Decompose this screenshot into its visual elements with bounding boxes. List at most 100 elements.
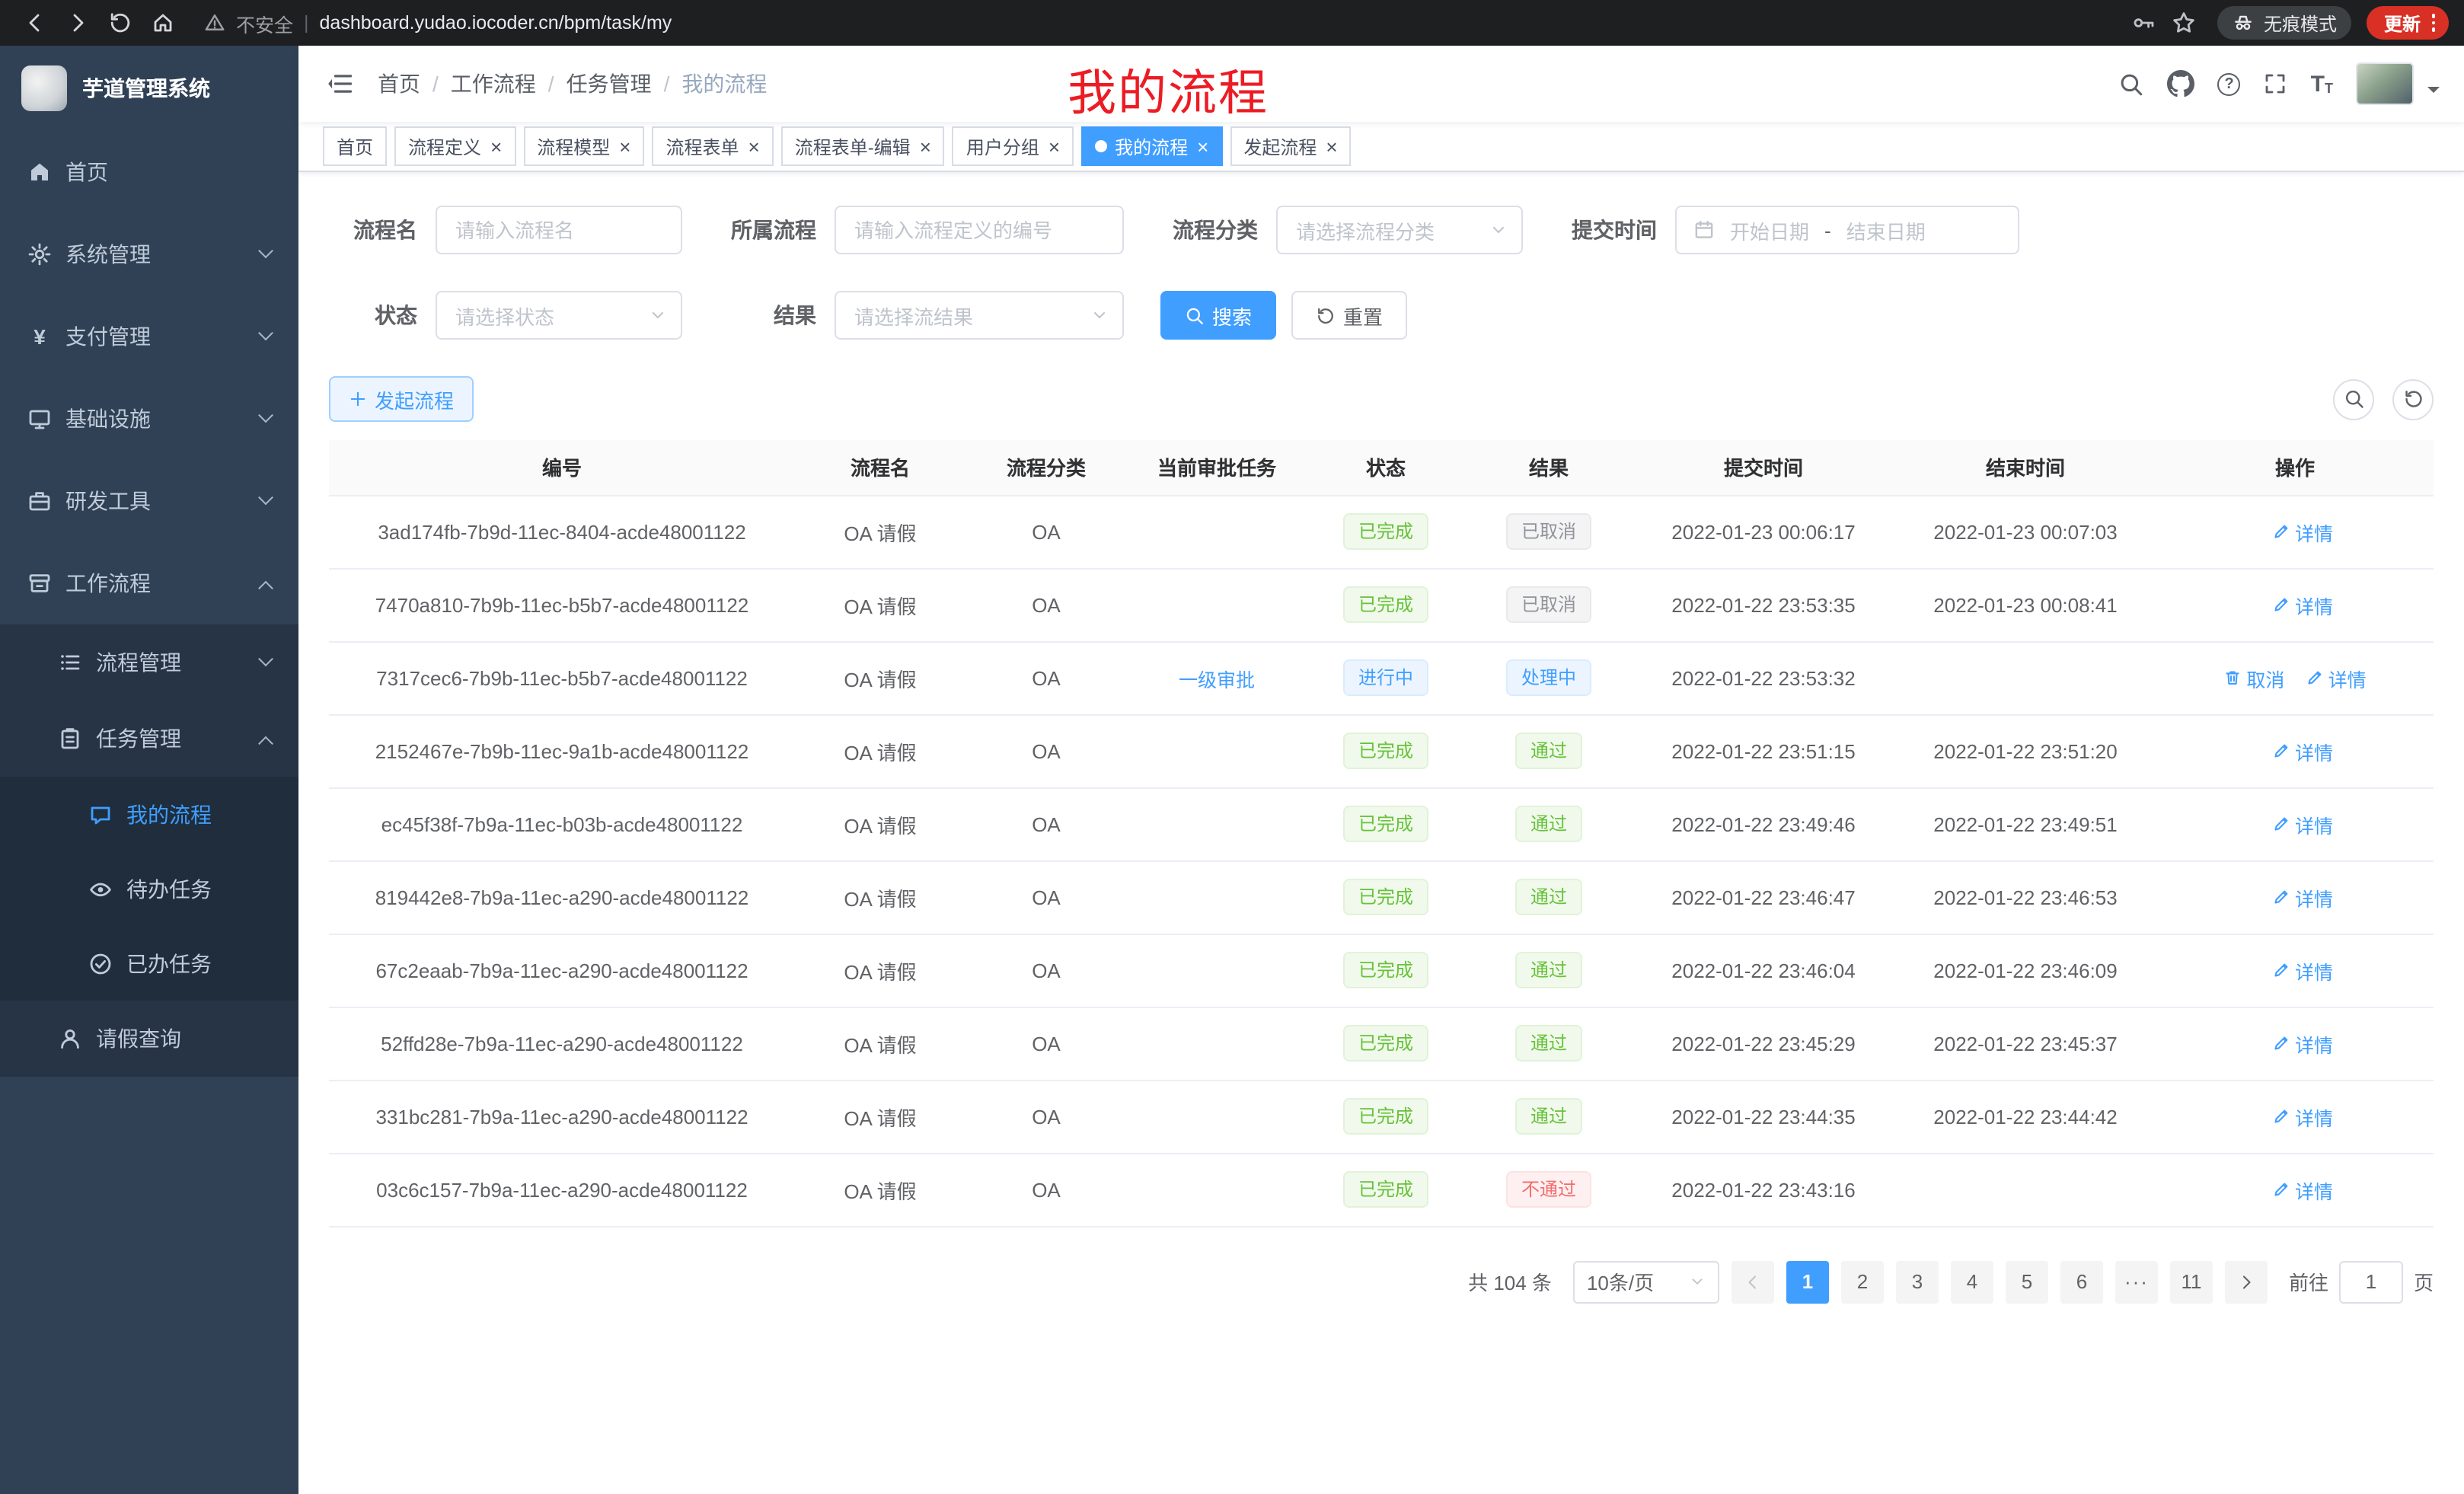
reload-button[interactable] — [101, 3, 140, 43]
browser-home-button[interactable] — [143, 3, 183, 43]
sidebar-item-dev-tools[interactable]: 研发工具 — [0, 460, 298, 542]
sidebar-item-process-management[interactable]: 流程管理 — [0, 624, 298, 701]
pagination: 共 104 条 10条/页 123456···11 前往 页 — [298, 1227, 2464, 1303]
detail-link[interactable]: 详情 — [2272, 956, 2333, 985]
col-id: 编号 — [329, 440, 795, 495]
back-button[interactable] — [15, 3, 55, 43]
menu-dots-icon[interactable] — [2431, 14, 2435, 32]
prev-page-button[interactable] — [1732, 1260, 1774, 1303]
page-button[interactable]: 6 — [2060, 1260, 2103, 1303]
page-button[interactable]: 3 — [1896, 1260, 1939, 1303]
total-count: 共 104 条 — [1468, 1267, 1552, 1296]
detail-link[interactable]: 详情 — [2272, 883, 2333, 911]
sidebar-item-infrastructure[interactable]: 基础设施 — [0, 378, 298, 460]
cell-process-name: OA 请假 — [795, 860, 965, 934]
fontsize-icon[interactable]: TT — [2311, 72, 2333, 95]
fullscreen-icon[interactable] — [2264, 72, 2288, 96]
tab[interactable]: 流程定义 × — [394, 126, 515, 166]
update-button[interactable]: 更新 — [2367, 6, 2449, 40]
sidebar-menu: 首页 系统管理 ¥ 支付管理 基础设施 — [0, 131, 298, 1077]
breadcrumb-item-home[interactable]: 首页 — [378, 69, 420, 99]
cell-process-name: OA 请假 — [795, 568, 965, 641]
cell-process-name: OA 请假 — [795, 787, 965, 860]
cell-submit-time: 2022-01-22 23:46:04 — [1633, 934, 1894, 1007]
tab[interactable]: 首页 × — [323, 126, 387, 166]
tab[interactable]: 流程模型 × — [523, 126, 644, 166]
sidebar-item-workflow[interactable]: 工作流程 — [0, 542, 298, 624]
tab[interactable]: 流程表单 × — [652, 126, 773, 166]
detail-link[interactable]: 详情 — [2272, 1175, 2333, 1204]
detail-link[interactable]: 详情 — [2272, 590, 2333, 619]
breadcrumb-item-workflow[interactable]: 工作流程 — [451, 69, 536, 99]
detail-link[interactable]: 详情 — [2272, 517, 2333, 546]
tab-close-icon[interactable]: × — [619, 136, 630, 156]
goto-page-input[interactable] — [2339, 1260, 2403, 1303]
sidebar-item-task-management[interactable]: 任务管理 — [0, 701, 298, 777]
forward-button[interactable] — [58, 3, 97, 43]
result-select[interactable]: 请选择流结果 — [835, 291, 1124, 340]
tab-close-icon[interactable]: × — [1197, 136, 1208, 156]
detail-link[interactable]: 详情 — [2272, 1029, 2333, 1058]
hamburger-icon[interactable] — [323, 67, 356, 101]
sidebar-item-my-process[interactable]: 我的流程 — [0, 777, 298, 851]
sidebar-item-system-management[interactable]: 系统管理 — [0, 213, 298, 295]
page-button[interactable]: 4 — [1951, 1260, 1993, 1303]
search-icon[interactable] — [2119, 71, 2145, 97]
tab-close-icon[interactable]: × — [1048, 136, 1060, 156]
page-button[interactable]: 11 — [2170, 1260, 2213, 1303]
sidebar-item-todo-tasks[interactable]: 待办任务 — [0, 851, 298, 926]
page-size-select[interactable]: 10条/页 — [1573, 1260, 1719, 1303]
app-logo[interactable]: 芋道管理系统 — [0, 46, 298, 131]
detail-link[interactable]: 详情 — [2272, 1102, 2333, 1131]
submit-time-range-picker[interactable]: 开始日期 - 结束日期 — [1675, 206, 2019, 254]
tab[interactable]: 发起流程 × — [1230, 126, 1351, 166]
detail-link[interactable]: 详情 — [2306, 663, 2367, 692]
page-button[interactable]: 1 — [1786, 1260, 1829, 1303]
tab-close-icon[interactable]: × — [490, 136, 502, 156]
help-icon[interactable]: ? — [2218, 72, 2241, 95]
sidebar-item-payment-management[interactable]: ¥ 支付管理 — [0, 295, 298, 378]
tab-close-icon[interactable]: × — [920, 136, 931, 156]
status-select[interactable]: 请选择状态 — [436, 291, 682, 340]
create-process-button[interactable]: 发起流程 — [329, 376, 474, 422]
page-button[interactable]: 2 — [1841, 1260, 1884, 1303]
breadcrumb-item-task-management[interactable]: 任务管理 — [567, 69, 652, 99]
refresh-icon[interactable] — [2392, 378, 2434, 420]
cell-end-time — [1894, 641, 2156, 714]
cell-process-name: OA 请假 — [795, 495, 965, 568]
sidebar-item-done-tasks[interactable]: 已办任务 — [0, 926, 298, 1001]
address-bar[interactable]: 不安全 | dashboard.yudao.iocoder.cn/bpm/tas… — [204, 8, 2105, 37]
sidebar-item-leave-query[interactable]: 请假查询 — [0, 1001, 298, 1077]
incognito-badge: 无痕模式 — [2218, 6, 2352, 40]
search-button[interactable]: 搜索 — [1160, 291, 1276, 340]
page-button[interactable]: ··· — [2115, 1260, 2158, 1303]
detail-link[interactable]: 详情 — [2272, 736, 2333, 765]
detail-link[interactable]: 详情 — [2272, 809, 2333, 838]
cell-end-time: 2022-01-22 23:46:53 — [1894, 860, 2156, 934]
sidebar-item-home[interactable]: 首页 — [0, 131, 298, 213]
owner-process-input[interactable] — [835, 206, 1124, 254]
star-icon[interactable] — [2166, 5, 2203, 41]
process-name-input[interactable] — [436, 206, 682, 254]
category-select[interactable]: 请选择流程分类 — [1276, 206, 1523, 254]
avatar-caret-icon[interactable] — [2427, 87, 2440, 99]
key-icon[interactable] — [2127, 5, 2163, 41]
avatar[interactable] — [2356, 62, 2414, 105]
tab[interactable]: 我的流程 × — [1081, 126, 1222, 166]
tab-close-icon[interactable]: × — [1326, 136, 1337, 156]
result-tag: 通过 — [1515, 952, 1582, 988]
cancel-link[interactable]: 取消 — [2223, 663, 2284, 692]
table-row: 67c2eaab-7b9a-11ec-a290-acde48001122 OA … — [329, 934, 2434, 1007]
tab[interactable]: 用户分组 × — [953, 126, 1074, 166]
show-search-icon[interactable] — [2333, 378, 2374, 420]
tab[interactable]: 流程表单-编辑 × — [781, 126, 945, 166]
tab-close-icon[interactable]: × — [748, 136, 760, 156]
current-task-link[interactable]: 一级审批 — [1179, 663, 1255, 692]
github-icon[interactable] — [2168, 70, 2195, 97]
next-page-button[interactable] — [2225, 1260, 2268, 1303]
page-button[interactable]: 5 — [2006, 1260, 2048, 1303]
cell-id: 67c2eaab-7b9a-11ec-a290-acde48001122 — [329, 934, 795, 1007]
cell-category: OA — [965, 1080, 1127, 1153]
reset-button[interactable]: 重置 — [1291, 291, 1407, 340]
eye-icon — [88, 876, 113, 901]
